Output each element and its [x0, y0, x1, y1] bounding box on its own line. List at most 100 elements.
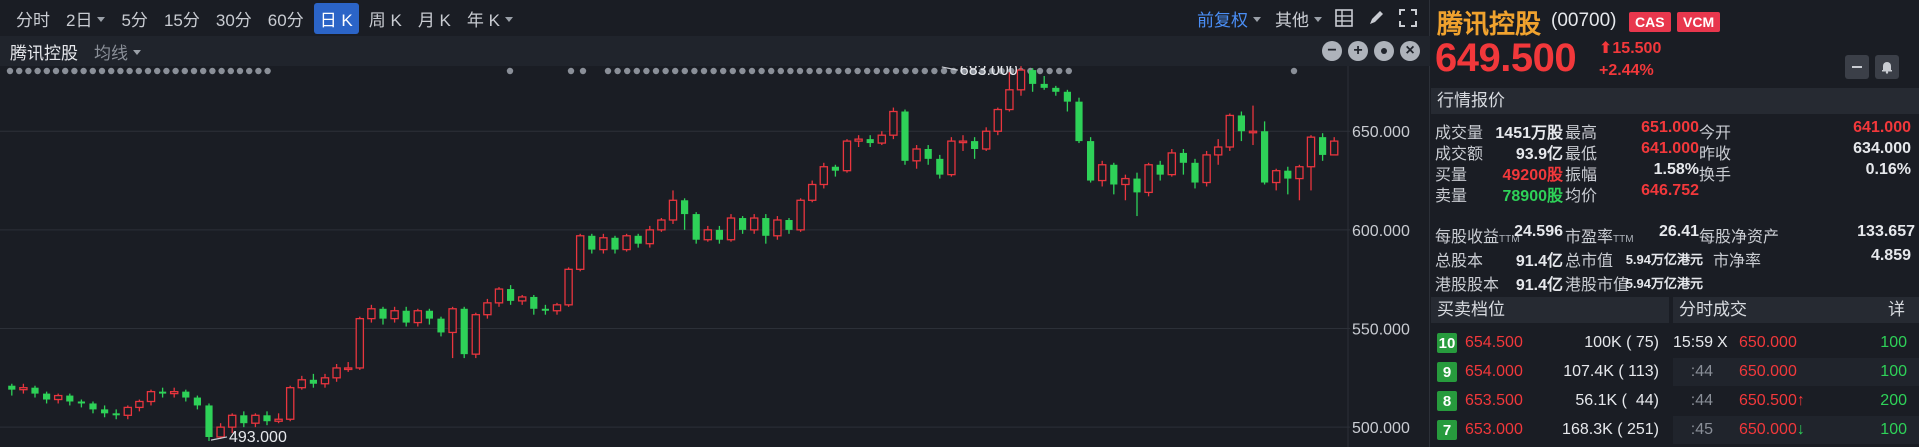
event-marker[interactable] [748, 67, 756, 75]
candle[interactable] [611, 235, 619, 254]
tab-period-1[interactable]: 2日 [60, 3, 111, 34]
event-marker[interactable] [172, 67, 179, 75]
candle[interactable] [274, 413, 283, 424]
candle[interactable] [425, 308, 433, 325]
candle[interactable] [285, 385, 295, 422]
candle[interactable] [901, 109, 909, 165]
candle[interactable] [703, 225, 713, 242]
event-marker[interactable] [825, 67, 832, 75]
event-marker[interactable] [218, 67, 225, 75]
event-marker[interactable] [739, 67, 746, 75]
candle[interactable] [297, 375, 307, 390]
candle[interactable] [1319, 133, 1327, 161]
detail-button[interactable]: 详 [1888, 297, 1905, 323]
event-marker[interactable] [806, 67, 813, 75]
event-marker[interactable] [264, 67, 271, 75]
candle[interactable] [159, 387, 167, 398]
event-marker[interactable] [844, 67, 852, 75]
candle[interactable] [216, 423, 225, 439]
tab-period-9[interactable]: 年 K [461, 3, 519, 34]
candle[interactable] [332, 364, 341, 382]
event-marker[interactable] [729, 67, 736, 75]
order-book-row[interactable]: 7 653.000 168.3K ( 251) [1431, 416, 1669, 444]
candle[interactable] [622, 233, 631, 252]
event-marker[interactable] [902, 67, 909, 75]
candle[interactable] [1075, 97, 1083, 144]
candle[interactable] [448, 306, 457, 359]
candle[interactable] [1306, 135, 1316, 191]
event-marker[interactable] [700, 67, 708, 75]
candle[interactable] [530, 294, 538, 315]
event-marker[interactable] [108, 67, 115, 75]
adjust-dropdown[interactable]: 前复权 [1197, 6, 1261, 31]
candle[interactable] [263, 411, 271, 426]
event-marker[interactable] [209, 67, 216, 75]
event-marker[interactable] [126, 67, 133, 75]
candle[interactable] [101, 405, 109, 418]
event-marker[interactable] [835, 67, 842, 75]
candle[interactable] [575, 233, 585, 272]
event-marker[interactable] [34, 67, 41, 75]
candle[interactable] [1097, 160, 1107, 187]
candle[interactable] [471, 312, 481, 359]
candle[interactable] [1284, 166, 1292, 195]
other-dropdown[interactable]: 其他 [1275, 6, 1322, 31]
tab-period-0[interactable]: 分时 [10, 3, 56, 34]
candle[interactable] [77, 399, 85, 408]
tab-period-2[interactable]: 5分 [115, 3, 153, 34]
candle[interactable] [958, 135, 968, 151]
event-marker[interactable] [236, 67, 244, 75]
event-marker[interactable] [61, 67, 69, 75]
candle[interactable] [182, 389, 190, 402]
candle[interactable] [1329, 137, 1339, 156]
event-marker[interactable] [43, 67, 50, 75]
candle[interactable] [1248, 105, 1258, 146]
event-marker[interactable] [1036, 67, 1044, 75]
event-marker[interactable] [633, 67, 640, 75]
event-marker[interactable] [1056, 67, 1063, 75]
candle[interactable] [981, 127, 991, 151]
tab-period-6[interactable]: 日 K [313, 2, 359, 34]
tab-period-4[interactable]: 30分 [210, 3, 258, 34]
order-book-row[interactable]: 8 653.500 56.1K ( 44) [1431, 387, 1669, 415]
candle[interactable] [437, 316, 445, 337]
event-marker[interactable] [135, 67, 142, 75]
candle[interactable] [8, 383, 16, 396]
settings-gear-icon[interactable] [1374, 41, 1394, 61]
event-marker[interactable] [777, 67, 784, 75]
candle[interactable] [19, 383, 28, 394]
event-marker[interactable] [579, 67, 587, 75]
candle[interactable] [240, 411, 248, 428]
event-marker[interactable] [117, 67, 124, 75]
candle[interactable] [1213, 139, 1223, 165]
candle[interactable] [1133, 172, 1141, 217]
candle[interactable] [1121, 174, 1130, 201]
event-marker[interactable] [643, 67, 650, 75]
event-marker[interactable] [681, 67, 688, 75]
candle[interactable] [31, 385, 39, 398]
candle[interactable] [552, 302, 562, 315]
tab-period-7[interactable]: 周 K [363, 3, 408, 34]
event-marker[interactable] [614, 67, 621, 75]
event-marker[interactable] [873, 67, 880, 75]
event-marker[interactable] [190, 67, 198, 75]
zoom-out-icon[interactable]: − [1322, 41, 1342, 61]
event-marker[interactable] [720, 67, 727, 75]
candle[interactable] [541, 304, 549, 315]
candle[interactable] [924, 145, 932, 165]
event-marker[interactable] [255, 67, 262, 75]
close-icon[interactable]: × [1400, 41, 1420, 61]
tab-period-5[interactable]: 60分 [262, 3, 310, 34]
event-marker[interactable] [163, 67, 170, 75]
ma-dropdown[interactable]: 均线 [94, 39, 141, 64]
candle[interactable] [1016, 66, 1026, 96]
event-marker[interactable] [89, 67, 97, 75]
event-marker[interactable] [816, 67, 823, 75]
candle[interactable] [645, 225, 655, 248]
candle[interactable] [588, 233, 596, 254]
candle[interactable] [146, 389, 156, 406]
candle[interactable] [796, 198, 805, 232]
candle[interactable] [1179, 148, 1187, 175]
candle[interactable] [1029, 68, 1037, 92]
event-marker[interactable] [1046, 67, 1053, 75]
